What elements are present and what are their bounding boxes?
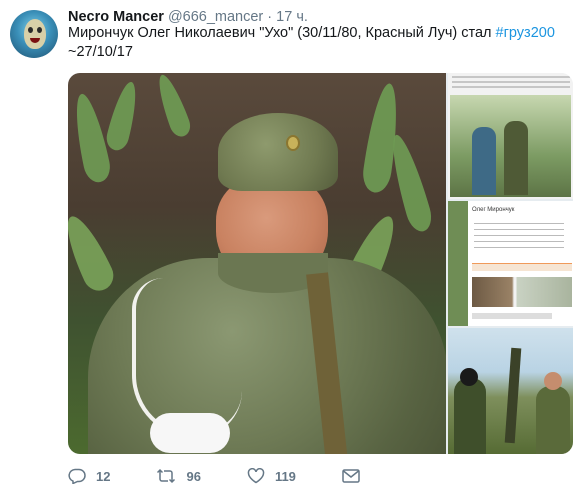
mortar [504,347,522,444]
author-name[interactable]: Necro Mancer [68,9,164,25]
media-grid: Олег Мирончук [68,73,573,454]
heart-icon [247,468,265,484]
side-photo-3[interactable] [448,328,573,454]
avatar-face [24,19,46,49]
side-photo-1[interactable] [448,73,573,199]
retweet-button[interactable]: 96 [156,468,201,484]
like-count: 119 [274,468,296,484]
reply-button[interactable]: 12 [68,468,110,484]
reply-icon [68,468,86,484]
like-button[interactable]: 119 [247,468,296,484]
avatar[interactable] [10,10,58,58]
message-icon [342,469,360,483]
cap-badge [286,135,300,151]
separator-dot: · [267,9,273,25]
military-cap [218,113,338,191]
tweet-text-line1: Мирончук Олег Николаевич "Ухо" (30/11/80… [68,25,496,41]
profile-name-text: Олег Мирончук [472,207,515,213]
retweet-icon [157,468,176,484]
main-photo[interactable] [68,73,446,454]
side-photo-2[interactable]: Олег Мирончук [448,201,573,326]
tweet-text-line2: ~27/10/17 [68,44,133,60]
tweet-timestamp[interactable]: 17 ч. [276,9,308,25]
hashtag-link[interactable]: #груз200 [496,25,555,41]
author-handle[interactable]: @666_mancer [168,9,263,25]
retweet-count: 96 [186,468,201,484]
message-button[interactable] [342,469,370,483]
tweet-actions: 12 96 119 [68,467,370,485]
tweet-text: Мирончук Олег Николаевич "Ухо" (30/11/80… [68,24,568,62]
tweet-card[interactable]: Necro Mancer @666_mancer · 17 ч. Мирончу… [0,0,582,491]
reply-count: 12 [96,468,111,484]
